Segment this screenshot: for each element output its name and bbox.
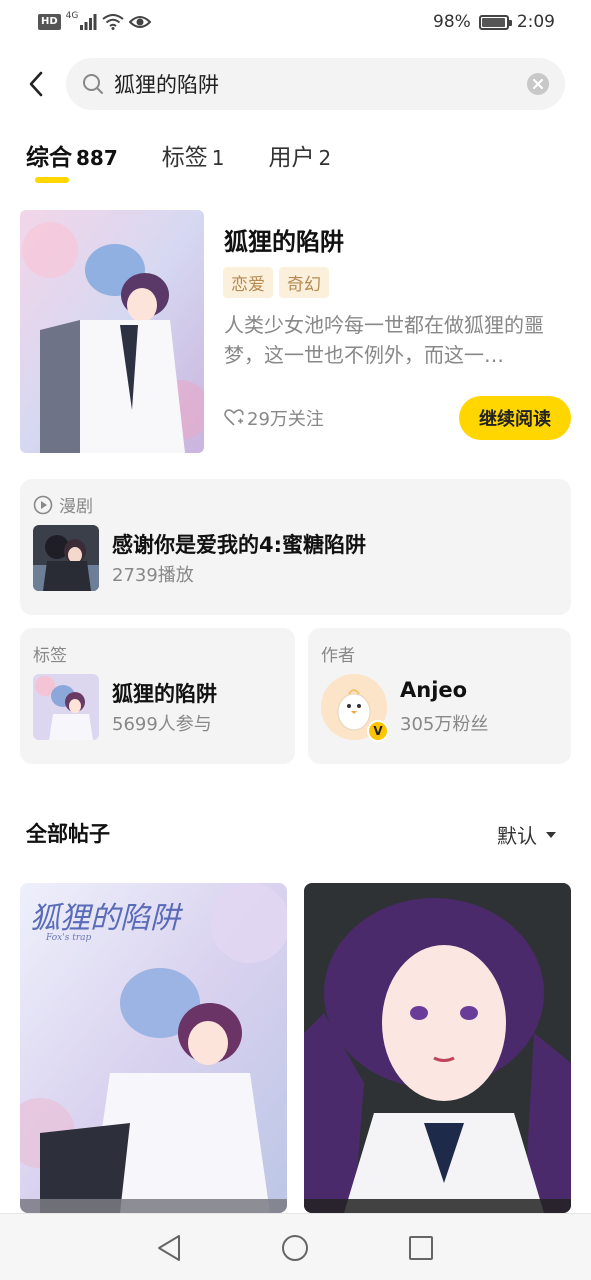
play-circle-icon — [33, 495, 53, 514]
verified-badge: V — [367, 720, 389, 742]
tag-card-label: 标签 — [33, 646, 67, 666]
tab-tags[interactable]: 标签 1 — [162, 138, 225, 172]
author-card-label: 作者 — [321, 646, 355, 666]
tag-title: 狐狸的陷阱 — [112, 682, 217, 706]
drama-label-row: 漫剧 — [33, 492, 93, 517]
battery-percent: 98% — [433, 12, 471, 32]
author-name: Anjeo — [400, 678, 468, 702]
tab-users-label: 用户 — [268, 145, 315, 171]
clock: 2:09 — [516, 12, 555, 32]
post-1-cover-subtitle: Fox's trap — [46, 933, 92, 943]
drama-title: 感谢你是爱我的4:蜜糖陷阱 — [112, 533, 367, 557]
tag-thumbnail — [33, 674, 99, 740]
tab-all-label: 综合 — [26, 145, 72, 171]
active-tab-indicator — [35, 177, 69, 183]
author-fans: 305万粉丝 — [400, 714, 489, 735]
drama-label: 漫剧 — [59, 497, 93, 517]
tag-card[interactable]: 标签 狐狸的陷阱 5699人参与 — [20, 628, 295, 764]
posts-section-title: 全部帖子 — [26, 822, 110, 846]
status-bar: HD 4G 98% 2:09 — [0, 0, 591, 48]
wifi-icon — [102, 14, 124, 30]
drama-plays: 2739播放 — [112, 565, 194, 586]
close-icon — [533, 79, 543, 89]
signal-icon — [80, 14, 97, 30]
genre-tags: 恋爱 奇幻 — [223, 267, 329, 298]
comic-description: 人类少女池吟每一世都在做狐狸的噩梦，这一世也不例外，而这一… — [224, 313, 544, 367]
battery-fill — [481, 17, 506, 27]
battery-icon — [478, 14, 512, 30]
genre-tag-fantasy[interactable]: 奇幻 — [279, 267, 329, 298]
circle-home-icon — [282, 1235, 308, 1261]
drama-card[interactable]: 漫剧 感谢你是爱我的4:蜜糖陷阱 2739播放 — [20, 479, 571, 615]
tab-all[interactable]: 综合 887 — [26, 138, 118, 172]
search-icon — [82, 73, 104, 95]
tab-all-count: 887 — [76, 146, 118, 170]
back-button[interactable] — [18, 64, 54, 104]
tab-users[interactable]: 用户 2 — [268, 138, 331, 172]
sort-dropdown[interactable]: 默认 — [497, 820, 557, 849]
post-1-cover-title: 狐狸的陷阱 — [30, 901, 180, 936]
tab-users-count: 2 — [318, 146, 332, 170]
tab-tags-count: 1 — [211, 146, 225, 170]
search-input[interactable]: 狐狸的陷阱 — [114, 69, 527, 99]
author-avatar: V — [321, 674, 389, 742]
chevron-left-icon — [29, 71, 43, 97]
tag-participants: 5699人参与 — [112, 714, 212, 735]
network-type-label: 4G — [65, 11, 79, 21]
tab-tags-label: 标签 — [161, 145, 208, 171]
heart-plus-icon — [224, 409, 244, 426]
result-tabs: 综合 887 标签 1 用户 2 — [26, 138, 375, 172]
nav-recents-button[interactable] — [405, 1232, 437, 1264]
clear-search-button[interactable] — [527, 73, 549, 95]
genre-tag-romance[interactable]: 恋爱 — [223, 267, 273, 298]
hd-badge: HD — [38, 14, 61, 30]
triangle-back-icon — [158, 1235, 180, 1261]
sort-value: 默认 — [497, 824, 537, 848]
caret-down-icon — [546, 831, 556, 838]
eye-icon — [129, 16, 152, 28]
nav-home-button[interactable] — [279, 1232, 311, 1264]
search-bar[interactable]: 狐狸的陷阱 — [66, 58, 565, 110]
comic-title[interactable]: 狐狸的陷阱 — [224, 222, 344, 257]
square-recents-icon — [409, 1236, 433, 1260]
status-right: 98% 2:09 — [433, 12, 555, 32]
continue-reading-button[interactable]: 继续阅读 — [459, 396, 571, 440]
author-card[interactable]: 作者 V Anjeo 305万粉丝 — [308, 628, 571, 764]
comic-cover-image[interactable] — [20, 210, 204, 453]
follow-info: 29万关注 — [224, 405, 324, 431]
nav-back-button[interactable] — [153, 1232, 185, 1264]
post-card-1[interactable]: 狐狸的陷阱 Fox's trap — [20, 883, 287, 1213]
drama-thumbnail — [33, 525, 99, 591]
system-nav-bar — [0, 1213, 591, 1280]
status-left: HD 4G — [38, 11, 152, 30]
follow-count: 29万关注 — [247, 409, 324, 430]
post-card-2[interactable] — [304, 883, 571, 1213]
